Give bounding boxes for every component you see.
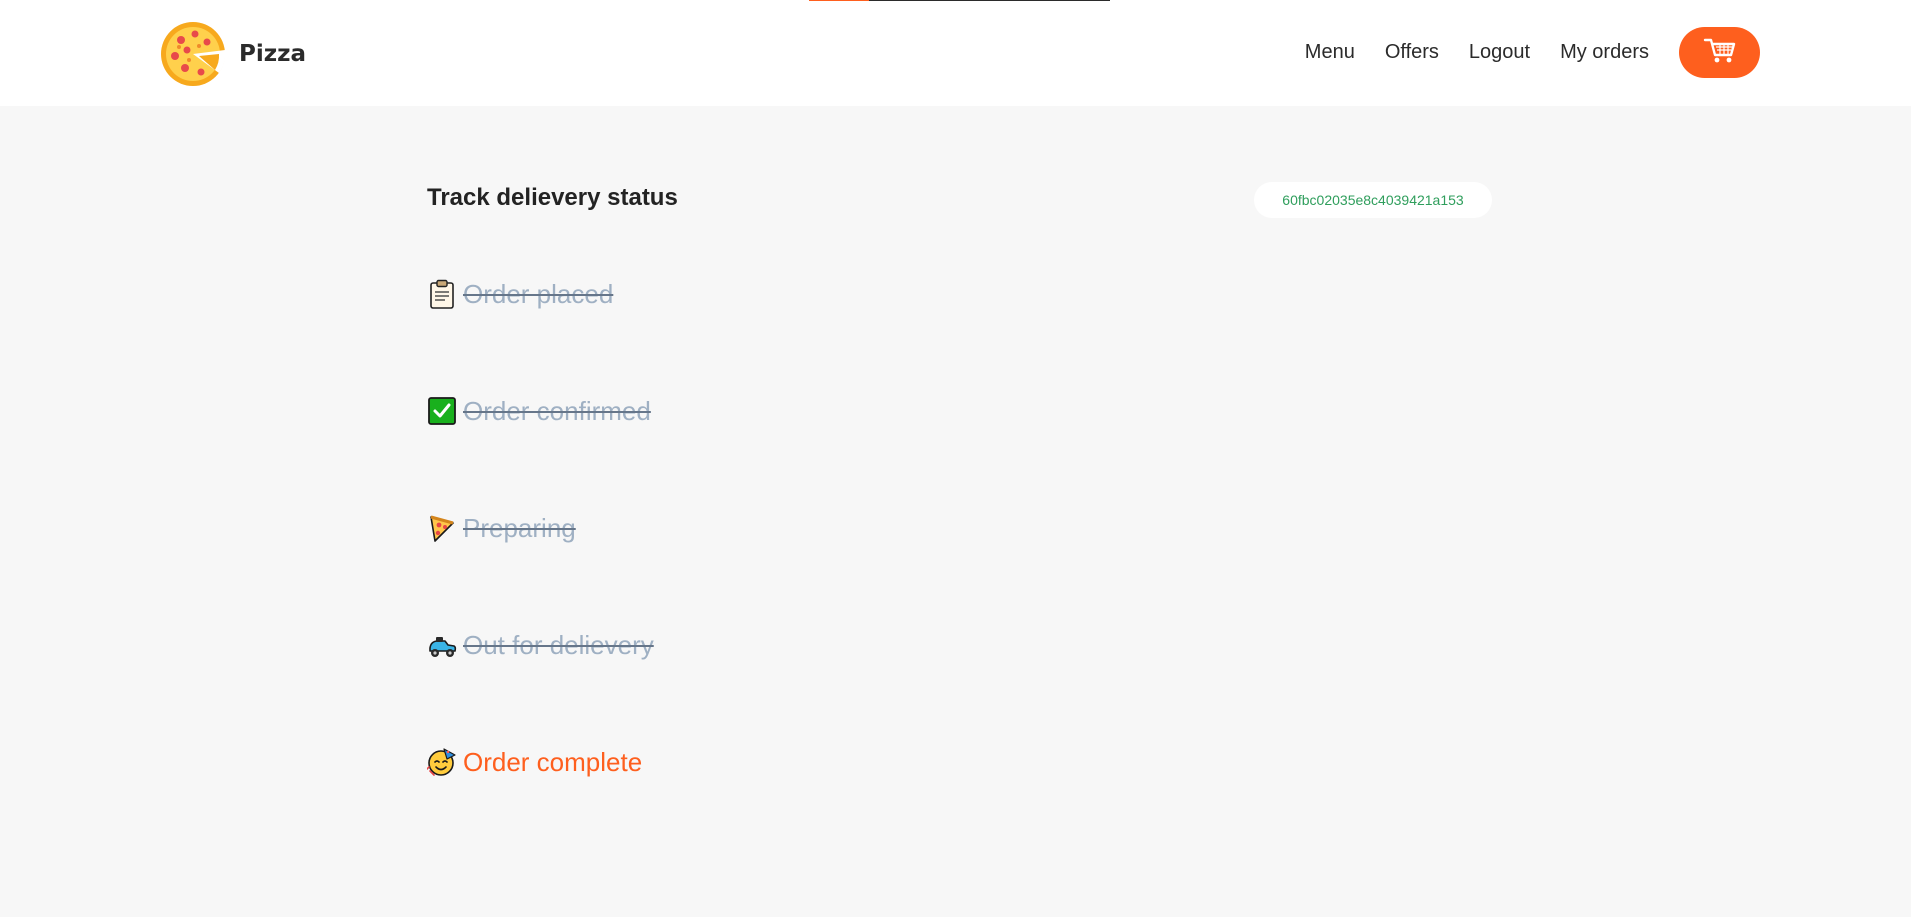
cart-button[interactable] bbox=[1679, 27, 1760, 78]
cart-icon bbox=[1703, 36, 1737, 69]
pizza-slice-icon bbox=[427, 513, 457, 543]
page: Pizza Menu Offers Logout My orders Track… bbox=[0, 0, 1911, 917]
status-step-order-placed: Order placed bbox=[427, 276, 654, 393]
status-step-preparing: Preparing bbox=[427, 510, 654, 627]
page-load-progress-fill bbox=[809, 0, 870, 1]
status-step-row: Order placed bbox=[427, 276, 613, 312]
check-box-icon bbox=[427, 396, 457, 426]
nav-link-logout[interactable]: Logout bbox=[1469, 41, 1530, 64]
status-step-row: Order confirmed bbox=[427, 393, 651, 429]
nav-link-offers[interactable]: Offers bbox=[1385, 41, 1439, 64]
status-step-order-confirmed: Order confirmed bbox=[427, 393, 654, 510]
status-steps-list: Order placed Order confirmed Preparing O… bbox=[427, 276, 654, 861]
brand-link[interactable]: Pizza bbox=[159, 20, 306, 88]
clipboard-icon bbox=[427, 279, 457, 309]
status-step-label: Order placed bbox=[463, 279, 614, 309]
pizza-logo-icon bbox=[159, 20, 227, 88]
order-id-badge: 60fbc02035e8c4039421a153 bbox=[1254, 182, 1492, 218]
status-step-out-for-delivery: Out for delievery bbox=[427, 627, 654, 744]
page-title: Track delievery status bbox=[427, 184, 678, 211]
navbar: Pizza Menu Offers Logout My orders bbox=[0, 0, 1911, 106]
status-step-label: Preparing bbox=[463, 513, 576, 543]
status-step-order-complete: Order complete bbox=[427, 744, 654, 861]
status-step-label: Order complete bbox=[463, 747, 643, 777]
status-step-row: Preparing bbox=[427, 510, 576, 546]
page-load-progress-bar bbox=[809, 0, 1110, 1]
status-step-label: Order confirmed bbox=[463, 396, 651, 426]
scooter-icon bbox=[427, 630, 457, 660]
nav-links: Menu Offers Logout My orders bbox=[1305, 27, 1760, 78]
status-step-label: Out for delievery bbox=[463, 630, 654, 660]
brand-name: Pizza bbox=[239, 41, 307, 67]
party-face-icon bbox=[427, 747, 457, 777]
order-status-section: Track delievery status 60fbc02035e8c4039… bbox=[427, 106, 1493, 777]
nav-link-my-orders[interactable]: My orders bbox=[1560, 41, 1649, 64]
status-step-row: Out for delievery bbox=[427, 627, 654, 663]
status-header: Track delievery status 60fbc02035e8c4039… bbox=[427, 106, 1493, 266]
nav-link-menu[interactable]: Menu bbox=[1305, 41, 1355, 64]
status-step-row: Order complete bbox=[427, 744, 642, 780]
